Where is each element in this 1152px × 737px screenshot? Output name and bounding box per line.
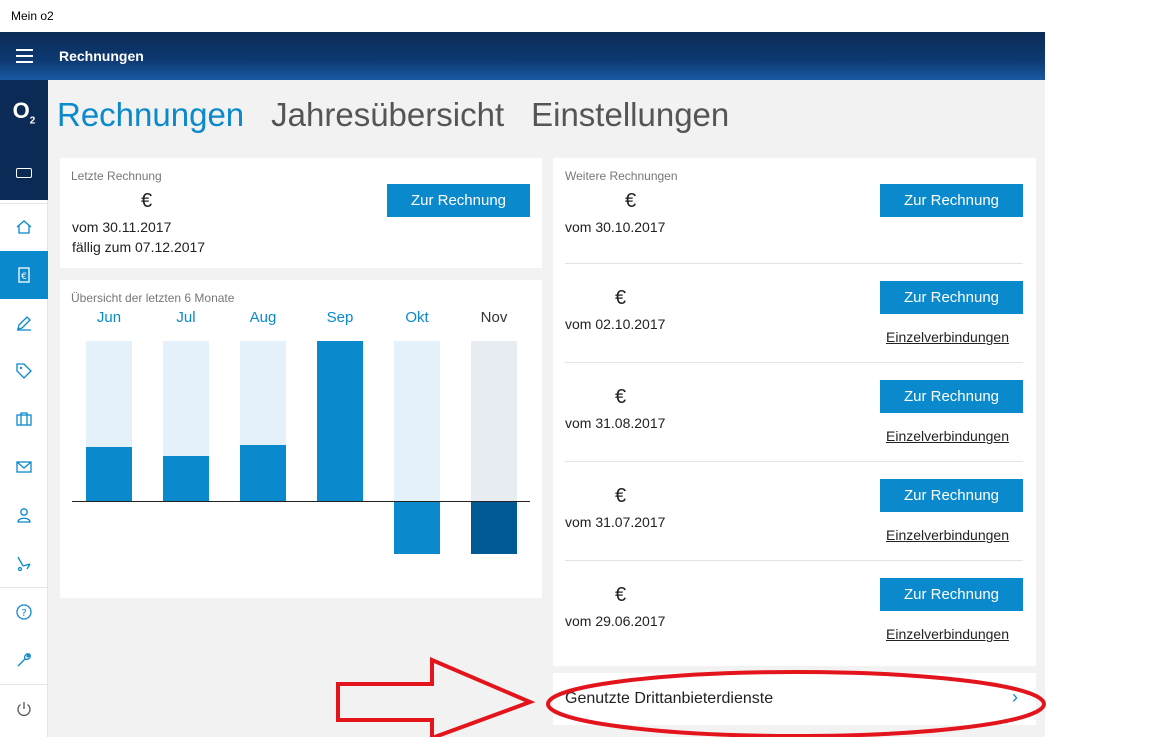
invoice-date: vom 02.10.2017: [565, 316, 666, 332]
tab-jahresuebersicht[interactable]: Jahresübersicht: [271, 96, 504, 134]
overview-label: Übersicht der letzten 6 Monate: [71, 291, 235, 305]
more-invoices-card: Weitere Rechnungen € vom 30.10.2017 Zur Re…: [553, 158, 1036, 666]
invoice-date: vom 29.06.2017: [565, 613, 666, 629]
invoice-button[interactable]: Zur Rechnung: [880, 184, 1023, 217]
call-details-link[interactable]: Einzelverbindungen: [886, 428, 1009, 444]
home-icon[interactable]: [0, 203, 48, 251]
chart-month-label: Sep: [326, 309, 354, 326]
invoice-amount: €: [615, 485, 627, 507]
hamburger-menu-icon[interactable]: [0, 32, 48, 80]
invoice-amount: €: [615, 386, 627, 408]
o2-logo: O2: [12, 98, 36, 127]
roaming-icon[interactable]: [0, 539, 48, 587]
tag-icon[interactable]: [0, 347, 48, 395]
call-details-link[interactable]: Einzelverbindungen: [886, 329, 1009, 345]
tab-einstellungen[interactable]: Einstellungen: [531, 96, 729, 134]
invoice-amount: €: [615, 287, 627, 309]
window-title: Mein o2: [11, 9, 54, 23]
briefcase-icon[interactable]: [0, 395, 48, 443]
call-details-link[interactable]: Einzelverbindungen: [886, 626, 1009, 642]
person-icon[interactable]: [0, 491, 48, 539]
invoice-amount: €: [625, 190, 637, 212]
wrench-icon[interactable]: [0, 636, 48, 684]
tab-bar: Rechnungen Jahresübersicht Einstellungen: [57, 96, 729, 134]
chart-bar[interactable]: [86, 447, 132, 501]
invoice-button[interactable]: Zur Rechnung: [880, 281, 1023, 314]
svg-text:?: ?: [21, 608, 26, 619]
last-invoice-date: vom 30.11.2017: [72, 219, 172, 235]
brand-area: O2: [0, 80, 48, 200]
chart-month-label: Nov: [480, 309, 508, 326]
last-invoice-button[interactable]: Zur Rechnung: [387, 184, 530, 217]
sidebar-rail: O2 € ?: [0, 80, 48, 737]
last-invoice-card: Letzte Rechnung € vom 30.11.2017 fällig …: [60, 158, 542, 268]
last-invoice-due: fällig zum 07.12.2017: [72, 239, 206, 255]
last-invoice-amount: €: [141, 190, 153, 212]
chart-bar-background: [471, 341, 517, 501]
sim-card-icon[interactable]: [16, 168, 32, 178]
third-party-services-row[interactable]: Genutzte Drittanbieterdienste ›: [553, 673, 1036, 725]
help-icon[interactable]: ?: [0, 588, 48, 636]
app-header: Rechnungen: [0, 32, 1045, 80]
overview-chart-card: Übersicht der letzten 6 Monate Jun Jul Aug…: [60, 280, 542, 598]
window-titlebar: Mein o2: [0, 0, 1152, 32]
chart-bar-background: [394, 341, 440, 501]
tab-rechnungen[interactable]: Rechnungen: [57, 96, 244, 134]
pen-icon[interactable]: [0, 299, 48, 347]
last-invoice-label: Letzte Rechnung: [71, 169, 162, 183]
invoice-button[interactable]: Zur Rechnung: [880, 380, 1023, 413]
svg-text:€: €: [21, 272, 27, 282]
euro-bill-icon[interactable]: €: [0, 251, 48, 299]
more-invoices-label: Weitere Rechnungen: [565, 169, 678, 183]
invoice-button[interactable]: Zur Rechnung: [880, 479, 1023, 512]
row-divider: [565, 461, 1023, 462]
header-title: Rechnungen: [59, 48, 144, 64]
invoice-date: vom 31.08.2017: [565, 415, 666, 431]
mail-icon[interactable]: [0, 443, 48, 491]
chart-month-label: Jul: [176, 309, 196, 326]
row-divider: [565, 263, 1023, 264]
third-party-services-label: Genutzte Drittanbieterdienste: [565, 690, 774, 707]
chart-month-label: Aug: [249, 309, 277, 326]
chevron-right-icon: ›: [1012, 687, 1018, 707]
invoice-date: vom 31.07.2017: [565, 514, 666, 530]
power-icon[interactable]: [0, 685, 48, 733]
invoice-date: vom 30.10.2017: [565, 219, 666, 235]
chart-month-label: Jun: [96, 309, 122, 326]
chart-bar[interactable]: [394, 502, 440, 554]
chart-baseline: [72, 501, 530, 502]
invoice-amount: €: [615, 584, 627, 606]
call-details-link[interactable]: Einzelverbindungen: [886, 527, 1009, 543]
row-divider: [565, 362, 1023, 363]
row-divider: [565, 560, 1023, 561]
chart-bar[interactable]: [240, 445, 286, 501]
invoice-button[interactable]: Zur Rechnung: [880, 578, 1023, 611]
chart-bar[interactable]: [163, 456, 209, 501]
chart-bar[interactable]: [471, 502, 517, 554]
chart-month-label: Okt: [405, 309, 429, 326]
main-content: Rechnungen Jahresübersicht Einstellungen…: [48, 80, 1045, 737]
chart-bar[interactable]: [317, 341, 363, 501]
